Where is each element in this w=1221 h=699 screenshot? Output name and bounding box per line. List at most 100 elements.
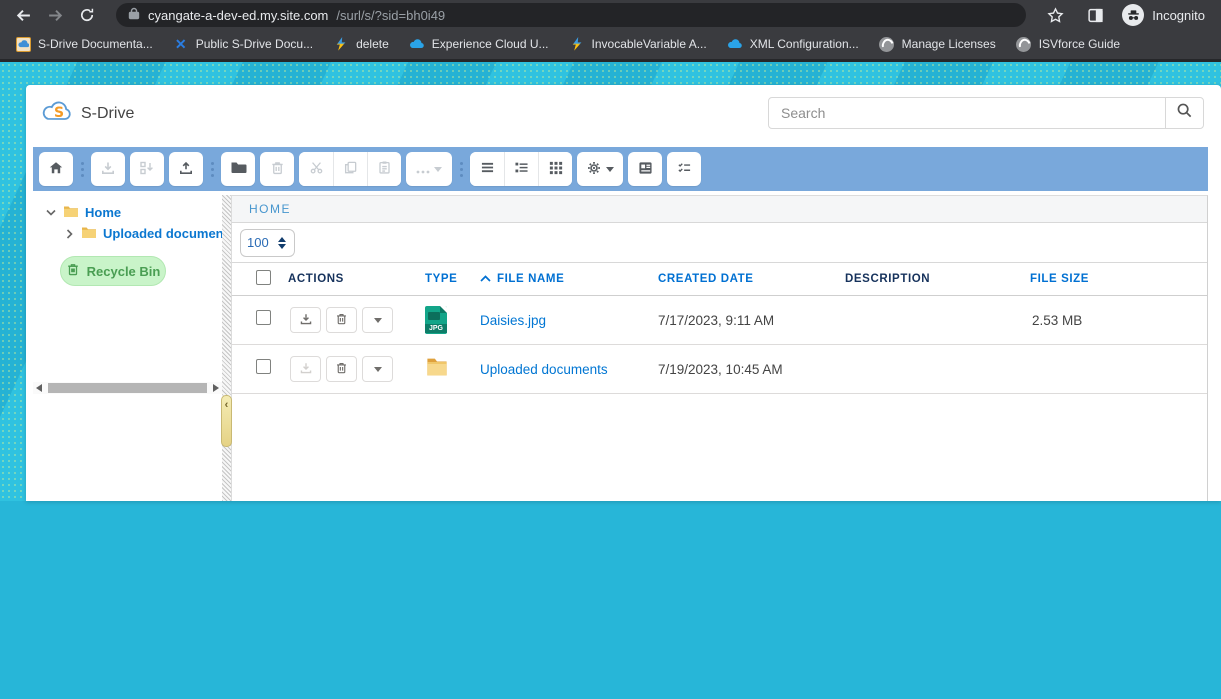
list-icon [480,161,495,177]
bookmark-manage-licenses[interactable]: Manage Licenses [871,33,1004,55]
multi-download-button[interactable] [130,152,164,186]
detail-list-view-button[interactable] [504,152,538,186]
bookmark-isvforce-guide[interactable]: ISVforce Guide [1008,33,1128,55]
url-domain: cyangate-a-dev-ed.my.site.com [148,8,328,23]
scissors-icon [309,160,324,178]
empty-list-area [232,394,1207,699]
column-header-file-name[interactable]: FILE NAME [472,273,650,285]
copy-button[interactable] [333,152,367,186]
incognito-icon [1122,4,1144,26]
step-up-icon[interactable] [278,237,286,242]
search-input[interactable] [769,98,1165,128]
chevron-down-icon[interactable] [45,209,57,216]
column-header-created-date[interactable]: CREATED DATE [650,273,837,285]
back-icon[interactable] [10,2,36,28]
preview-button[interactable] [628,152,662,186]
row-delete-button[interactable] [326,307,357,333]
select-all-checkbox[interactable] [256,270,271,285]
address-bar[interactable]: cyangate-a-dev-ed.my.site.com/surl/s/?si… [116,3,1026,27]
bookmark-invocablevariable[interactable]: InvocableVariable A... [561,33,715,55]
bookmark-sdrive-documentation[interactable]: S-Drive Documenta... [8,34,161,55]
url-path: /surl/s/?sid=bh0i49 [336,8,445,23]
detail-list-icon [514,161,529,177]
created-date-cell: 7/17/2023, 9:11 AM [650,313,837,328]
reload-icon[interactable] [74,2,100,28]
search-box [768,97,1204,129]
bookmark-public-sdrive-docs[interactable]: ✕ Public S-Drive Docu... [165,33,321,55]
svg-text:S: S [54,105,64,121]
settings-button[interactable] [577,152,623,186]
bookmark-delete[interactable]: delete [325,33,397,55]
file-toolbar [33,147,1208,191]
sdrive-logo: S [42,100,72,127]
row-download-button[interactable] [290,356,321,382]
table-header-row: ACTIONS TYPE FILE NAME CREATED DATE DESC… [232,263,1207,296]
panel-splitter[interactable]: ‹ [222,195,231,501]
trash-icon [66,262,80,280]
recycle-bin-button[interactable]: Recycle Bin [60,256,166,286]
chevron-down-icon [374,367,382,372]
cut-button[interactable] [299,152,333,186]
trash-icon [335,312,348,329]
browser-chrome: cyangate-a-dev-ed.my.site.com/surl/s/?si… [0,0,1221,62]
paste-button[interactable] [367,152,401,186]
chevron-left-icon: ‹ [225,399,229,411]
column-header-description: DESCRIPTION [837,273,1022,285]
column-header-file-size[interactable]: FILE SIZE [1022,273,1207,285]
search-icon [1176,102,1193,124]
chevron-down-icon [606,167,614,172]
scroll-left-icon[interactable] [33,382,45,394]
chevron-right-icon[interactable] [63,229,75,239]
step-down-icon[interactable] [278,244,286,249]
new-folder-button[interactable] [221,152,255,186]
more-actions-button[interactable] [406,152,452,186]
folder-link[interactable]: Uploaded documents [472,362,650,377]
folder-icon [81,226,97,242]
row-checkbox[interactable] [256,310,271,325]
tree-item-home[interactable]: Home [33,202,222,223]
breadcrumb[interactable]: HOME [249,202,291,216]
bookmarks-bar: S-Drive Documenta... ✕ Public S-Drive Do… [0,30,1221,58]
folder-file-icon [425,365,449,382]
file-list-panel: HOME ACTIONS TYPE [231,195,1208,501]
upload-button[interactable] [169,152,203,186]
grid-view-button[interactable] [538,152,572,186]
cloud-icon [409,36,425,52]
row-more-button[interactable] [362,356,393,382]
browser-navbar: cyangate-a-dev-ed.my.site.com/surl/s/?si… [0,0,1221,30]
row-delete-button[interactable] [326,356,357,382]
collapse-panel-handle[interactable]: ‹ [221,395,232,447]
column-header-type[interactable]: TYPE [417,273,472,285]
gear-icon [586,160,602,179]
page-size-stepper[interactable] [240,229,295,257]
forward-icon[interactable] [42,2,68,28]
toolbar-separator [78,162,86,177]
row-more-button[interactable] [362,307,393,333]
bookmark-xml-configuration[interactable]: XML Configuration... [719,33,867,55]
home-button[interactable] [39,152,73,186]
row-checkbox[interactable] [256,359,271,374]
download-button[interactable] [91,152,125,186]
folder-icon [230,160,247,178]
side-panel-icon[interactable] [1082,2,1108,28]
scrollbar-thumb[interactable] [48,383,207,393]
file-link[interactable]: Daisies.jpg [472,313,650,328]
tree-item-uploaded-documents[interactable]: Uploaded documents [33,223,222,244]
search-button[interactable] [1165,98,1203,128]
download-icon [299,312,313,329]
scroll-right-icon[interactable] [210,382,222,394]
created-date-cell: 7/19/2023, 10:45 AM [650,362,837,377]
multi-select-button[interactable] [667,152,701,186]
bookmark-experience-cloud[interactable]: Experience Cloud U... [401,33,557,55]
clipboard-group [299,152,401,186]
list-view-button[interactable] [470,152,504,186]
page-size-input[interactable] [247,235,273,250]
row-download-button[interactable] [290,307,321,333]
table-row: JPG Daisies.jpg 7/17/2023, 9:11 AM 2.53 … [232,296,1207,345]
delete-button[interactable] [260,152,294,186]
folder-tree-panel: Home Uploaded documents Recycle Bin [33,195,222,501]
lightning-icon [333,36,349,52]
bookmark-star-icon[interactable] [1042,2,1068,28]
chevron-down-icon [434,167,442,172]
trash-icon [335,361,348,378]
